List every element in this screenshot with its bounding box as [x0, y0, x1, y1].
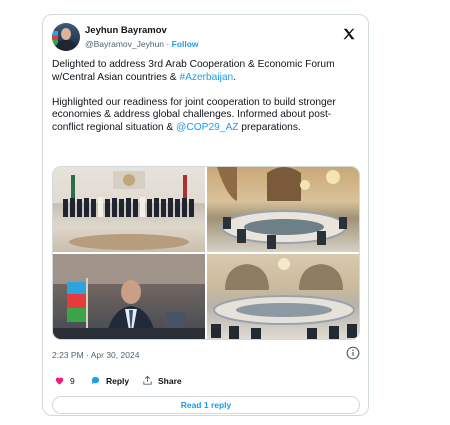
follow-button[interactable]: Follow	[172, 39, 199, 49]
heart-icon	[55, 377, 64, 385]
media-image-4[interactable]	[207, 254, 359, 339]
read-replies-button[interactable]: Read 1 reply	[52, 396, 360, 414]
tweet-header: Jeyhun Bayramov @Bayramov_Jeyhun · Follo…	[52, 23, 359, 55]
hashtag-azerbaijan[interactable]: #Azerbaijan	[179, 72, 233, 83]
reply-button[interactable]: Reply	[90, 375, 129, 386]
author-handle[interactable]: @Bayramov_Jeyhun	[85, 39, 164, 49]
share-label: Share	[158, 375, 182, 386]
x-logo-icon[interactable]	[342, 27, 356, 41]
separator-dot: ·	[166, 39, 170, 49]
media-image-2[interactable]	[207, 167, 359, 252]
info-icon[interactable]	[346, 346, 360, 360]
reply-label: Reply	[106, 375, 130, 386]
like-count: 9	[70, 375, 75, 386]
author-name[interactable]: Jeyhun Bayramov	[85, 25, 167, 36]
avatar[interactable]	[52, 23, 80, 51]
tweet-card: Jeyhun Bayramov @Bayramov_Jeyhun · Follo…	[42, 14, 369, 416]
share-icon	[143, 375, 152, 385]
tweet-paragraph-2: Highlighted our readiness for joint coop…	[52, 96, 336, 133]
tweet-timestamp[interactable]: 2:23 PM · Apr 30, 2024	[52, 350, 139, 360]
tweet-paragraph-1: Delighted to address 3rd Arab Cooperatio…	[52, 59, 335, 83]
media-image-3[interactable]	[53, 254, 205, 339]
share-button[interactable]: Share	[142, 375, 182, 386]
mention-cop29[interactable]: @COP29_AZ	[176, 122, 238, 133]
media-image-1[interactable]	[53, 167, 205, 252]
reply-bubble-icon	[91, 376, 100, 385]
media-grid	[52, 166, 360, 340]
like-button[interactable]: 9	[54, 375, 75, 386]
author-handle-row: @Bayramov_Jeyhun · Follow	[85, 39, 199, 49]
tweet-text: Delighted to address 3rd Arab Cooperatio…	[52, 59, 360, 147]
